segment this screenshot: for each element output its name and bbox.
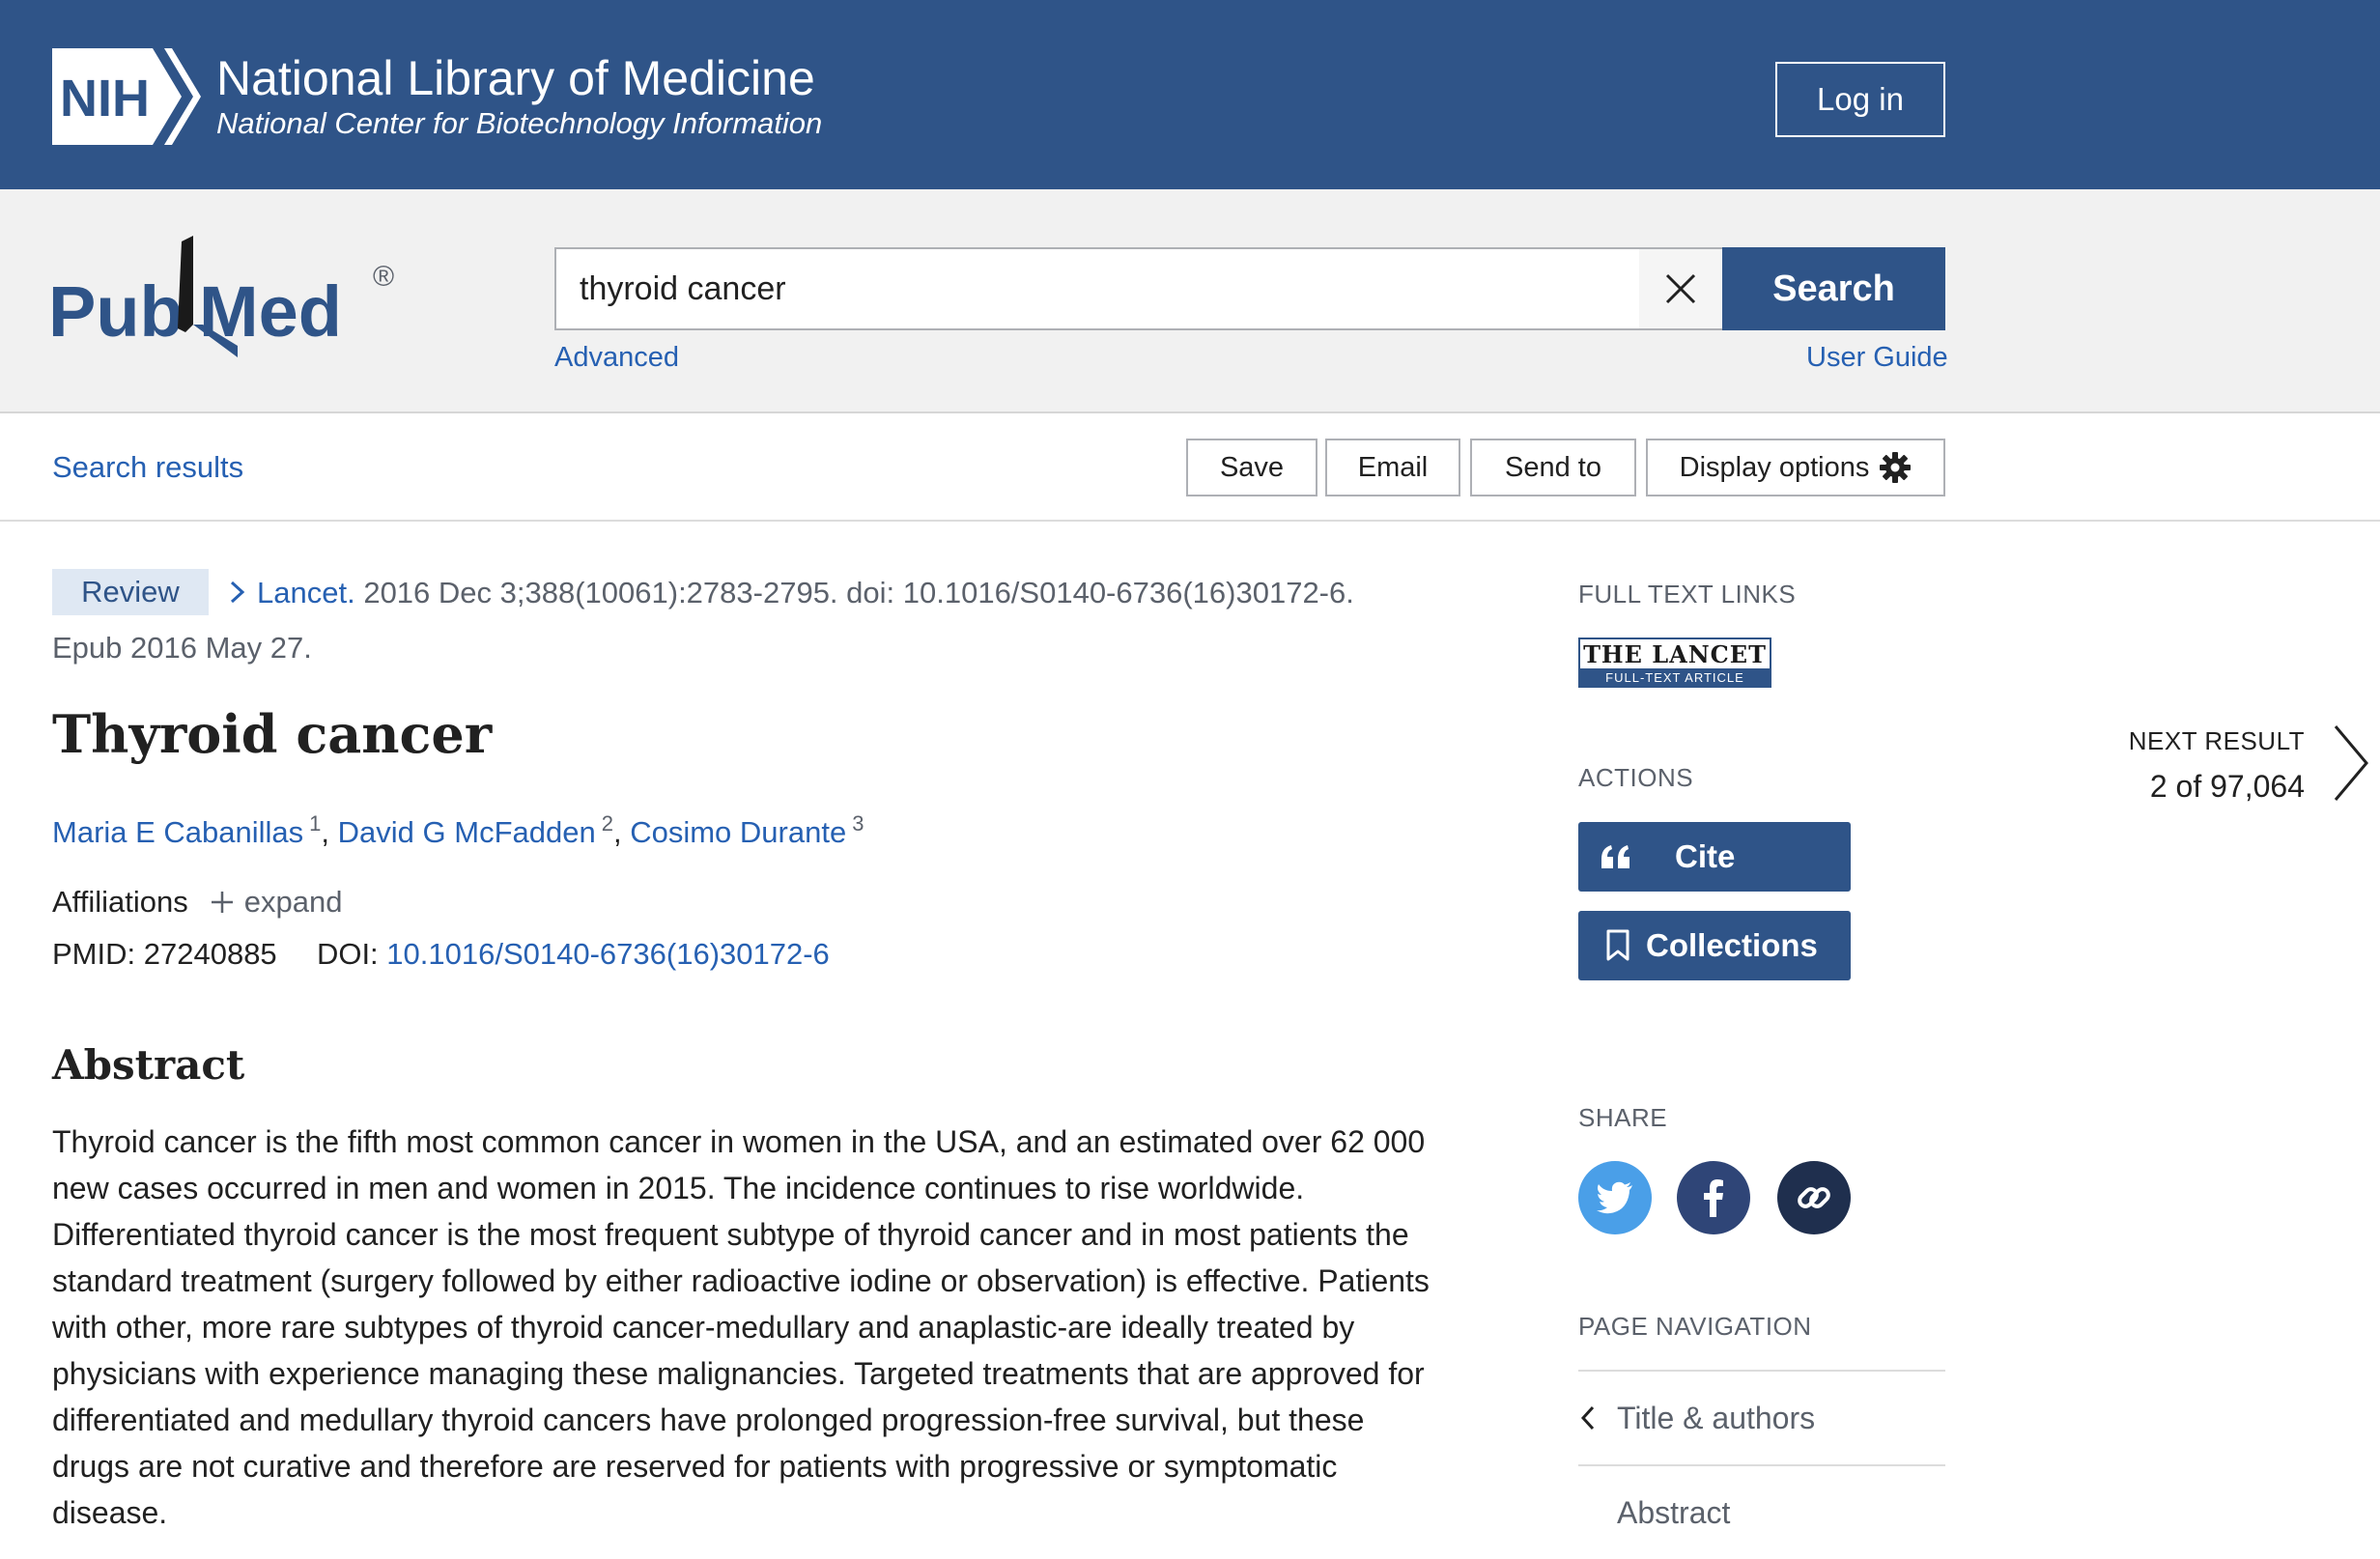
plus-icon: [211, 892, 233, 913]
affiliations-expand-button[interactable]: expand: [210, 885, 343, 920]
share-label: SHARE: [1578, 1103, 1668, 1132]
lancet-logo-subtitle: FULL-TEXT ARTICLE: [1580, 668, 1770, 686]
next-result-label[interactable]: NEXT RESULT: [2106, 726, 2305, 756]
chevron-right-icon: [230, 581, 245, 604]
collections-button[interactable]: Collections: [1578, 911, 1851, 980]
nav-item-title-authors[interactable]: Title & authors: [1617, 1401, 1815, 1436]
abstract-text: Thyroid cancer is the fifth most common …: [52, 1124, 1430, 1530]
nav-divider: [1578, 1464, 1945, 1466]
doi-link[interactable]: 10.1016/S0140-6736(16)30172-6: [386, 937, 830, 971]
actions-label: ACTIONS: [1578, 763, 1694, 792]
lancet-logo-title: THE LANCET: [1583, 639, 1767, 668]
nih-logo-text: NIH: [60, 70, 150, 128]
save-button[interactable]: Save: [1186, 439, 1318, 496]
pubmed-registered-mark: ®: [373, 261, 394, 293]
facebook-share-button[interactable]: [1677, 1161, 1750, 1234]
display-options-label: Display options: [1679, 451, 1870, 483]
article-identifiers: PMID: 27240885 DOI: 10.1016/S0140-6736(1…: [52, 937, 830, 972]
author-link[interactable]: Cosimo Durante: [630, 815, 846, 849]
expand-label: expand: [243, 885, 343, 919]
facebook-icon: [1704, 1179, 1723, 1217]
citation: Lancet. 2016 Dec 3;388(10061):2783-2795.…: [228, 571, 1354, 615]
full-text-links-label: FULL TEXT LINKS: [1578, 580, 1797, 609]
page-navigation-label: PAGE NAVIGATION: [1578, 1312, 1812, 1341]
author-link[interactable]: David G McFadden: [338, 815, 596, 849]
article-title: Thyroid cancer: [52, 703, 493, 765]
nih-logo[interactable]: NIH: [52, 48, 201, 145]
chevron-left-icon: [1580, 1405, 1595, 1431]
clear-search-button[interactable]: [1639, 249, 1722, 328]
user-guide-link[interactable]: User Guide: [1806, 342, 1948, 374]
next-result-chevron-icon[interactable]: [2330, 723, 2372, 804]
affiliation-number[interactable]: 1: [309, 811, 321, 836]
result-position: 2 of 97,064: [2149, 769, 2305, 804]
bookmark-icon: [1606, 929, 1629, 961]
epub-date: Epub 2016 May 27.: [52, 631, 312, 665]
send-to-button-label: Send to: [1505, 451, 1601, 483]
pmid-value: 27240885: [143, 937, 277, 971]
author-link[interactable]: Maria E Cabanillas: [52, 815, 303, 849]
twitter-share-button[interactable]: [1578, 1161, 1652, 1234]
display-options-button[interactable]: Display options: [1646, 439, 1945, 496]
close-icon: [1665, 273, 1696, 304]
lancet-full-text-link[interactable]: THE LANCET FULL-TEXT ARTICLE: [1578, 638, 1771, 688]
gear-icon: [1880, 452, 1912, 483]
link-icon: [1798, 1187, 1830, 1208]
affiliations-label: Affiliations: [52, 885, 188, 919]
collections-label: Collections: [1646, 927, 1818, 963]
email-button-label: Email: [1357, 451, 1429, 483]
cite-button[interactable]: Cite: [1578, 822, 1851, 892]
ncbi-subtitle: National Center for Biotechnology Inform…: [216, 106, 823, 140]
send-to-button[interactable]: Send to: [1470, 439, 1636, 496]
search-results-link[interactable]: Search results: [52, 450, 243, 485]
quote-icon: [1601, 845, 1629, 868]
affiliation-number[interactable]: 2: [602, 811, 613, 836]
search-button[interactable]: Search: [1722, 247, 1945, 330]
copy-link-button[interactable]: [1777, 1161, 1851, 1234]
doi-label: DOI:: [316, 937, 379, 971]
save-button-label: Save: [1219, 451, 1285, 483]
article-type-badge: Review: [52, 569, 209, 615]
advanced-search-link[interactable]: Advanced: [554, 342, 679, 374]
twitter-icon: [1597, 1181, 1632, 1214]
cite-label: Cite: [1675, 838, 1736, 874]
pubmed-logo[interactable]: Pub Med ®: [48, 232, 406, 357]
journal-link[interactable]: Lancet.: [257, 576, 355, 609]
nlm-title[interactable]: National Library of Medicine: [216, 48, 815, 108]
nav-item-abstract[interactable]: Abstract: [1617, 1495, 1730, 1531]
affiliations-row: Affiliations expand: [52, 885, 342, 920]
pmid-label: PMID:: [52, 937, 136, 971]
login-button[interactable]: Log in: [1775, 62, 1945, 137]
abstract-heading: Abstract: [52, 1041, 245, 1089]
search-input[interactable]: [580, 249, 1623, 328]
citation-details: 2016 Dec 3;388(10061):2783-2795. doi: 10…: [363, 576, 1354, 609]
affiliation-number[interactable]: 3: [852, 811, 864, 836]
nav-divider: [1578, 1370, 1945, 1372]
search-box: [554, 247, 1722, 330]
pubmed-logo-pub: Pub: [48, 271, 184, 352]
email-button[interactable]: Email: [1325, 439, 1460, 496]
author-list: Maria E Cabanillas 1, David G McFadden 2, …: [52, 811, 864, 849]
